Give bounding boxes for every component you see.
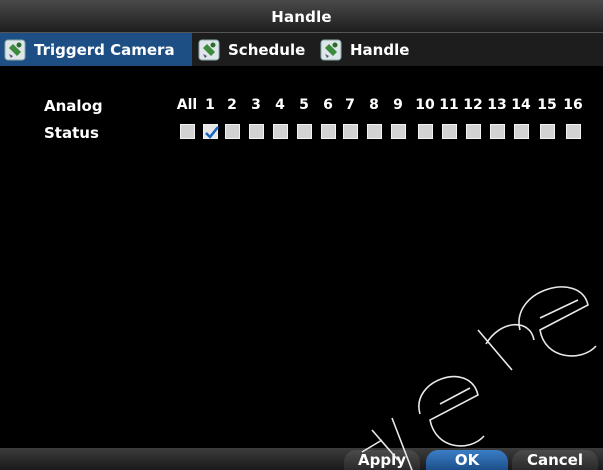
cancel-button[interactable]: Cancel xyxy=(512,450,598,470)
ok-button[interactable]: OK xyxy=(426,450,508,470)
camera-settings-icon xyxy=(4,39,26,61)
channel-checkbox[interactable] xyxy=(203,124,219,139)
tab-label: Handle xyxy=(350,40,410,59)
title-bar: Handle xyxy=(0,0,603,33)
channel-checkbox[interactable] xyxy=(297,124,312,139)
channel-checkbox[interactable] xyxy=(442,124,457,139)
column-header-channel: 14 xyxy=(511,97,531,113)
channel-checkbox[interactable] xyxy=(225,124,240,139)
tab-label: Schedule xyxy=(228,40,306,59)
checkmark-icon xyxy=(205,126,219,139)
column-header-channel: 2 xyxy=(227,97,237,113)
column-header-channel: 11 xyxy=(439,97,459,113)
column-header-channel: 15 xyxy=(537,97,557,113)
channel-checkbox[interactable] xyxy=(418,124,433,139)
tab-handle[interactable]: Handle xyxy=(316,33,426,66)
channel-checkbox[interactable] xyxy=(273,124,288,139)
analog-label: Analog xyxy=(44,97,103,115)
select-all-checkbox[interactable] xyxy=(180,124,195,139)
column-header-channel: 13 xyxy=(487,97,507,113)
window-title: Handle xyxy=(271,8,332,26)
tab-triggered-camera[interactable]: Triggerd Camera xyxy=(0,33,192,66)
tab-label: Triggerd Camera xyxy=(34,40,175,59)
column-header-channel: 5 xyxy=(299,97,309,113)
status-label: Status xyxy=(44,124,99,142)
column-header-channel: 4 xyxy=(275,97,285,113)
column-header-channel: 9 xyxy=(393,97,403,113)
column-header-channel: 7 xyxy=(345,97,355,113)
channel-checkbox[interactable] xyxy=(466,124,481,139)
channel-checkbox[interactable] xyxy=(490,124,505,139)
channel-checkbox[interactable] xyxy=(321,124,336,139)
channel-checkbox[interactable] xyxy=(514,124,529,139)
channel-checkbox[interactable] xyxy=(540,124,555,139)
column-header-channel: 8 xyxy=(369,97,379,113)
channel-checkbox[interactable] xyxy=(391,124,406,139)
column-header-channel: 3 xyxy=(251,97,261,113)
camera-settings-icon xyxy=(198,39,220,61)
camera-settings-icon xyxy=(320,39,342,61)
column-header-channel: 16 xyxy=(563,97,583,113)
tab-schedule[interactable]: Schedule xyxy=(194,33,314,66)
channel-checkbox[interactable] xyxy=(343,124,358,139)
column-header-channel: 6 xyxy=(323,97,333,113)
channel-checkbox[interactable] xyxy=(566,124,581,139)
column-header-channel: 1 xyxy=(205,97,215,113)
apply-button[interactable]: Apply xyxy=(344,450,420,470)
channel-checkbox[interactable] xyxy=(367,124,382,139)
tab-bar: Triggerd Camera Schedule Handle xyxy=(0,33,603,66)
column-header-channel: 10 xyxy=(415,97,435,113)
watermark-graphic xyxy=(361,286,597,470)
column-header-channel: 12 xyxy=(463,97,483,113)
column-header-all: All xyxy=(176,97,198,113)
channel-checkbox[interactable] xyxy=(249,124,264,139)
